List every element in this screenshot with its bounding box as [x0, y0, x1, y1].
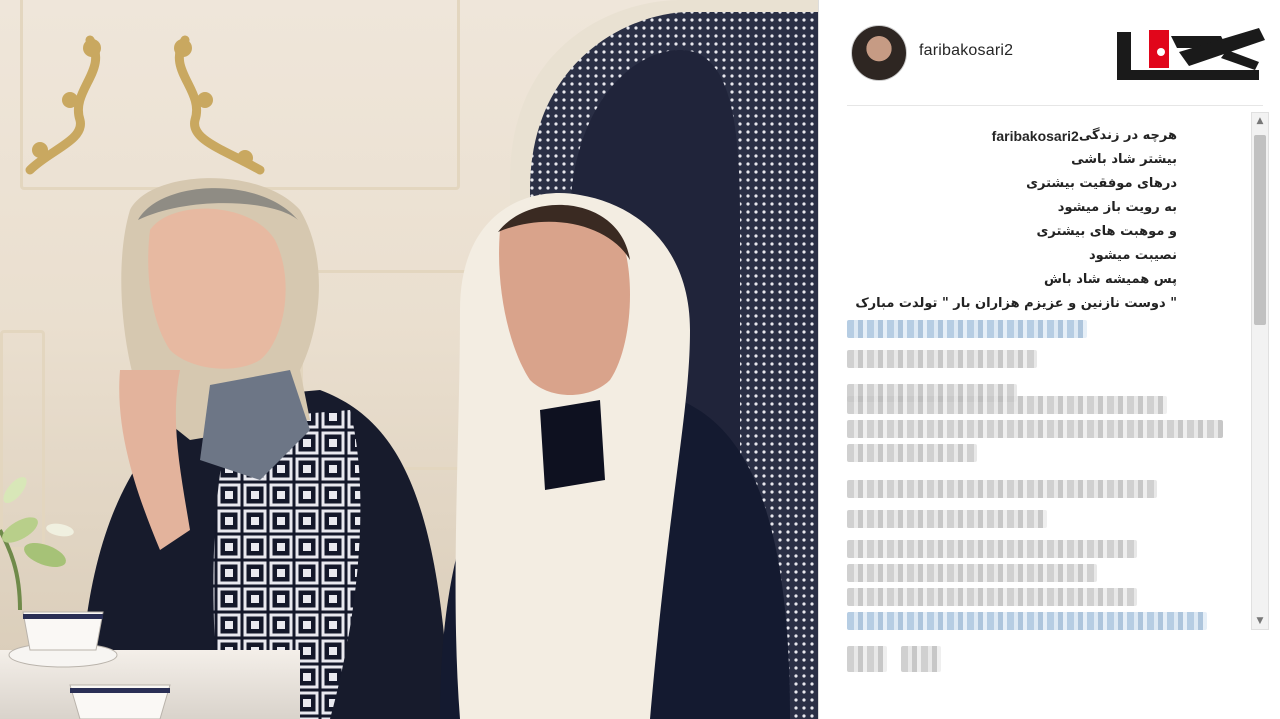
- redacted-icon: [901, 646, 941, 672]
- redacted-comment: [847, 564, 1097, 582]
- gold-ornament: [25, 35, 101, 175]
- caption-first-line: هرچه در زندگی faribakosari2: [847, 124, 1177, 148]
- woman-right: [440, 192, 790, 719]
- redacted-comment: [847, 350, 1037, 368]
- caption-line: " دوست نازنین و عزیزم هزاران بار " تولدت…: [855, 296, 1177, 311]
- caption-line: نصیبت میشود: [1089, 248, 1177, 263]
- redacted-comment: [847, 540, 1137, 558]
- scroll-down-arrow-icon[interactable]: ▼: [1252, 613, 1268, 629]
- avatar[interactable]: [851, 25, 907, 81]
- teacup: [8, 611, 118, 668]
- caption-text: هرچه در زندگی: [1078, 128, 1177, 143]
- caption-line: و موهبت های بیشتری: [1036, 224, 1177, 239]
- scroll-up-arrow-icon[interactable]: ▲: [1252, 113, 1268, 129]
- teacup: [69, 684, 171, 719]
- gold-ornament: [174, 35, 265, 175]
- post-panel: faribakosari2 هرچه در زندگی faribakosari…: [818, 0, 1280, 719]
- scrollbar[interactable]: ▲ ▼: [1251, 112, 1269, 630]
- redacted-comment: [847, 396, 1167, 414]
- scroll-thumb[interactable]: [1254, 135, 1266, 325]
- redacted-comment: [847, 510, 1047, 528]
- redacted-icon: [847, 646, 887, 672]
- caption-line: به رویت باز میشود: [1057, 200, 1177, 215]
- caption-line: بیشتر شاد باشی: [1071, 152, 1177, 167]
- post-header: faribakosari2: [819, 0, 1280, 105]
- redacted-comment: [847, 420, 1223, 438]
- caption-username[interactable]: faribakosari2: [992, 124, 1079, 148]
- redacted-hashtags: [847, 320, 1087, 338]
- caption-area: هرچه در زندگی faribakosari2 بیشتر شاد با…: [819, 106, 1280, 719]
- username-link[interactable]: faribakosari2: [919, 42, 1013, 60]
- redacted-comment: [847, 588, 1137, 606]
- redacted-comment: [847, 480, 1157, 498]
- post-photo[interactable]: [0, 0, 818, 719]
- rokna-logo: [1117, 28, 1265, 80]
- redacted-comment: [847, 612, 1207, 630]
- caption: هرچه در زندگی faribakosari2 بیشتر شاد با…: [847, 124, 1177, 316]
- caption-line: درهای موفقیت بیشتری: [1026, 176, 1177, 191]
- caption-line: پس همیشه شاد باش: [1043, 272, 1177, 287]
- woman-left: [80, 178, 450, 719]
- redacted-comment: [847, 444, 977, 462]
